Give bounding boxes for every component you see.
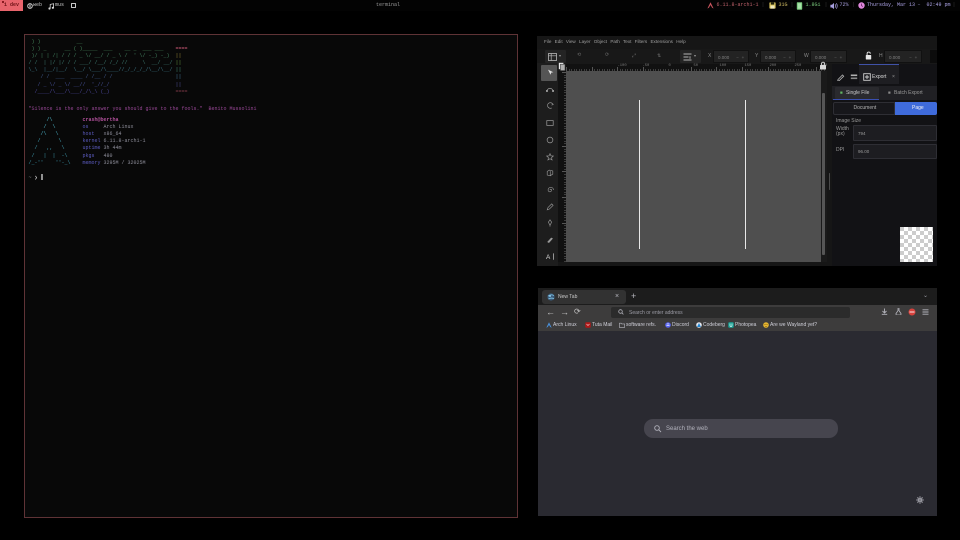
svg-text:A: A [546, 254, 551, 261]
